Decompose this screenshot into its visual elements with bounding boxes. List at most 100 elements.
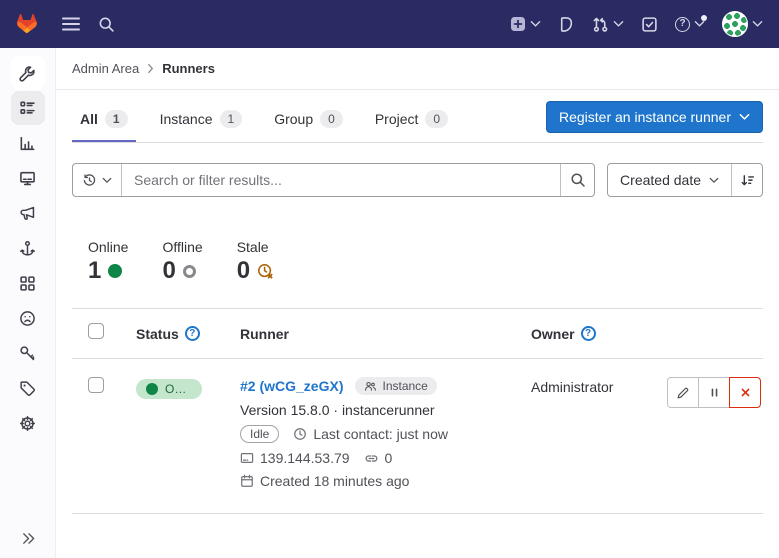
online-status-icon	[108, 264, 122, 278]
row-checkbox[interactable]	[88, 377, 104, 393]
search-icon	[570, 172, 586, 188]
sidebar-item-applications[interactable]	[11, 266, 45, 300]
avatar	[722, 11, 748, 37]
tab-instance[interactable]: Instance 1	[152, 96, 251, 142]
help-menu[interactable]: ?	[675, 17, 705, 32]
search-icon[interactable]	[98, 16, 115, 33]
tab-all[interactable]: All 1	[72, 96, 136, 142]
issues-icon[interactable]	[558, 16, 575, 33]
sort-descending-icon	[740, 173, 755, 188]
runner-link[interactable]: #2 (wCG_zeGX)	[240, 378, 343, 394]
tab-group[interactable]: Group 0	[266, 96, 351, 142]
stat-online: Online 1	[88, 239, 128, 284]
clock-icon	[293, 427, 307, 441]
runner-type-badge: Instance	[355, 377, 436, 395]
register-instance-runner-button[interactable]: Register an instance runner	[546, 101, 763, 133]
sidebar-item-labels[interactable]	[11, 371, 45, 405]
delete-runner-button[interactable]	[729, 377, 761, 408]
tab-all-label: All	[80, 111, 98, 127]
stat-online-value: 1	[88, 258, 101, 284]
sidebar-item-ci-cd[interactable]	[11, 231, 45, 265]
gitlab-admin-runners-page: ?	[0, 0, 779, 558]
sidebar-item-abuse-reports[interactable]	[11, 301, 45, 335]
runner-type-label: Instance	[382, 379, 427, 393]
merge-requests-menu[interactable]	[592, 16, 624, 33]
megaphone-icon	[19, 205, 36, 222]
sort-direction-button[interactable]	[731, 164, 762, 196]
tab-instance-count: 1	[220, 110, 243, 128]
tab-project[interactable]: Project 0	[367, 96, 456, 142]
breadcrumb-admin-area[interactable]: Admin Area	[72, 61, 139, 76]
merge-request-icon	[592, 16, 609, 33]
stat-offline: Offline 0	[162, 239, 202, 284]
runner-cell: #2 (wCG_zeGX) Instance Version 15.8.0 · …	[240, 377, 531, 489]
users-icon	[364, 380, 377, 393]
search-submit-button[interactable]	[560, 164, 594, 196]
edit-runner-button[interactable]	[667, 377, 699, 408]
top-navbar: ?	[0, 0, 779, 48]
tab-project-label: Project	[375, 111, 419, 127]
status-help-icon[interactable]: ?	[185, 326, 200, 341]
search-history-dropdown[interactable]	[73, 164, 122, 196]
sidebar-item-monitoring[interactable]	[11, 161, 45, 195]
runner-row: Online #2 (wCG_zeGX) Instance	[72, 359, 763, 514]
pause-runner-button[interactable]	[698, 377, 730, 408]
sidebar-item-messages[interactable]	[11, 196, 45, 230]
chevron-down-icon	[709, 177, 719, 184]
status-badge-label: Online	[165, 382, 192, 396]
filter-bar: Created date	[72, 163, 763, 197]
link-icon	[364, 451, 379, 466]
sidebar-item-settings[interactable]	[11, 406, 45, 440]
runner-actions	[667, 377, 763, 489]
bar-chart-icon	[19, 135, 36, 152]
wrench-icon	[19, 65, 36, 82]
chevron-down-icon	[530, 20, 541, 28]
pause-icon	[708, 386, 721, 399]
label-tag-icon	[19, 380, 36, 397]
calendar-icon	[240, 474, 254, 488]
user-menu[interactable]	[722, 11, 763, 37]
gitlab-logo[interactable]	[16, 12, 42, 37]
breadcrumb: Admin Area Runners	[56, 48, 779, 90]
column-header-runner: Runner	[240, 326, 531, 342]
tab-instance-label: Instance	[160, 111, 213, 127]
tab-group-label: Group	[274, 111, 313, 127]
column-header-status: Status ?	[136, 326, 240, 342]
linked-jobs-count: 0	[385, 450, 393, 466]
tab-project-count: 0	[425, 110, 448, 128]
close-x-icon	[739, 386, 752, 399]
runners-table-header: Status ? Runner Owner ?	[72, 308, 763, 359]
sort-by-dropdown[interactable]: Created date	[608, 164, 731, 196]
help-icon: ?	[675, 17, 690, 32]
sidebar-expand-icon[interactable]	[20, 531, 35, 546]
sidebar-item-analytics[interactable]	[11, 126, 45, 160]
select-all-checkbox[interactable]	[88, 323, 104, 339]
register-button-label: Register an instance runner	[559, 109, 731, 125]
sidebar-item-overview[interactable]	[11, 91, 45, 125]
search-input[interactable]	[122, 164, 560, 196]
column-header-owner: Owner ?	[531, 326, 667, 342]
anchor-icon	[19, 240, 36, 257]
filtered-search	[72, 163, 595, 197]
runner-type-tabs: All 1 Instance 1 Group 0 Project 0	[72, 96, 763, 143]
activity-badge: Idle	[240, 425, 279, 443]
owner-help-icon[interactable]: ?	[581, 326, 596, 341]
owner-cell: Administrator	[531, 377, 667, 489]
chevron-down-icon	[739, 113, 750, 121]
key-icon	[19, 345, 36, 362]
create-new-menu[interactable]	[510, 16, 541, 32]
stat-offline-label: Offline	[162, 239, 202, 255]
sort-control: Created date	[607, 163, 763, 197]
runner-ip: 139.144.53.79	[260, 450, 350, 466]
history-icon	[82, 173, 97, 188]
grid-apps-icon	[19, 275, 36, 292]
menu-hamburger-icon[interactable]	[62, 17, 80, 31]
stale-clock-icon	[257, 263, 273, 279]
todo-list-icon[interactable]	[641, 16, 658, 33]
sidebar-item-credentials[interactable]	[11, 336, 45, 370]
breadcrumb-separator-icon	[147, 63, 154, 74]
offline-status-icon	[183, 265, 196, 278]
sidebar-item-admin-overview[interactable]	[11, 56, 45, 90]
tab-group-count: 0	[320, 110, 343, 128]
sort-by-label: Created date	[620, 172, 701, 188]
